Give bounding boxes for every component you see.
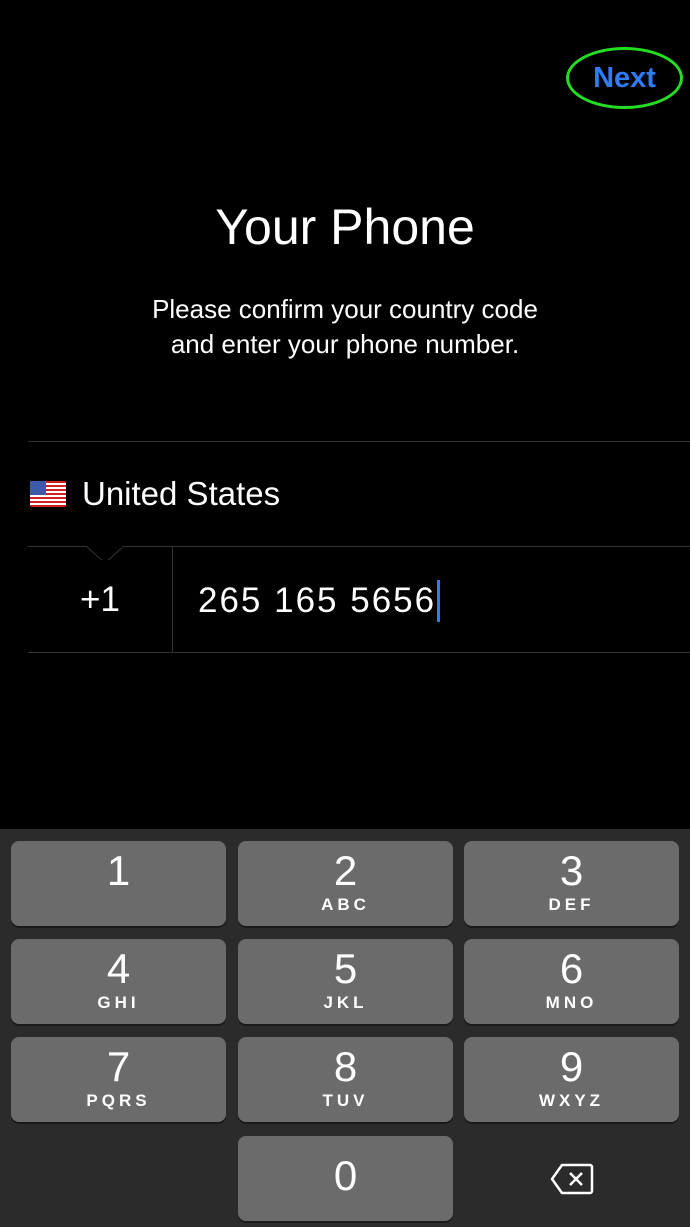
key-digit: 2 bbox=[333, 847, 358, 894]
key-letters: JKL bbox=[323, 993, 368, 1012]
divider bbox=[28, 441, 690, 442]
subtitle-line: and enter your phone number. bbox=[170, 329, 520, 359]
us-flag-icon bbox=[30, 481, 66, 507]
key-letters: ABC bbox=[321, 895, 370, 914]
phone-number-input[interactable]: 265 165 5656 bbox=[198, 580, 441, 622]
key-letters: MNO bbox=[545, 993, 598, 1012]
key-digit: 9 bbox=[559, 1043, 584, 1090]
country-selector[interactable]: United States bbox=[30, 475, 280, 513]
delete-key[interactable] bbox=[464, 1136, 679, 1221]
key-6[interactable]: 6 MNO bbox=[464, 939, 679, 1024]
key-letters: WXYZ bbox=[538, 1091, 605, 1110]
key-0[interactable]: 0 bbox=[238, 1136, 453, 1221]
key-3[interactable]: 3 DEF bbox=[464, 841, 679, 926]
key-1[interactable]: 1 bbox=[11, 841, 226, 926]
key-digit: 8 bbox=[333, 1043, 358, 1090]
country-code-field[interactable]: +1 bbox=[28, 547, 173, 652]
subtitle-line: Please confirm your country code bbox=[152, 294, 538, 324]
phone-number-value: 265 165 5656 bbox=[198, 581, 437, 620]
key-digit: 3 bbox=[559, 847, 584, 894]
key-2[interactable]: 2 ABC bbox=[238, 841, 453, 926]
backspace-icon bbox=[550, 1163, 593, 1194]
key-4[interactable]: 4 GHI bbox=[11, 939, 226, 1024]
key-letters: DEF bbox=[548, 895, 595, 914]
key-digit: 1 bbox=[106, 847, 131, 894]
divider bbox=[28, 652, 690, 653]
key-digit: 4 bbox=[106, 945, 131, 992]
page-subtitle: Please confirm your country code and ente… bbox=[0, 292, 690, 362]
key-letters: TUV bbox=[322, 1091, 369, 1110]
key-digit: 0 bbox=[333, 1152, 358, 1199]
next-button[interactable]: Next bbox=[566, 47, 683, 109]
page-title: Your Phone bbox=[215, 199, 475, 255]
key-5[interactable]: 5 JKL bbox=[238, 939, 453, 1024]
key-digit: 6 bbox=[559, 945, 584, 992]
key-letters: PQRS bbox=[86, 1091, 151, 1110]
key-9[interactable]: 9 WXYZ bbox=[464, 1037, 679, 1122]
key-digit: 7 bbox=[106, 1043, 131, 1090]
key-letters: GHI bbox=[97, 993, 140, 1012]
text-caret bbox=[437, 580, 441, 622]
key-8[interactable]: 8 TUV bbox=[238, 1037, 453, 1122]
key-digit: 5 bbox=[333, 945, 358, 992]
country-name: United States bbox=[82, 475, 281, 512]
key-7[interactable]: 7 PQRS bbox=[11, 1037, 226, 1122]
